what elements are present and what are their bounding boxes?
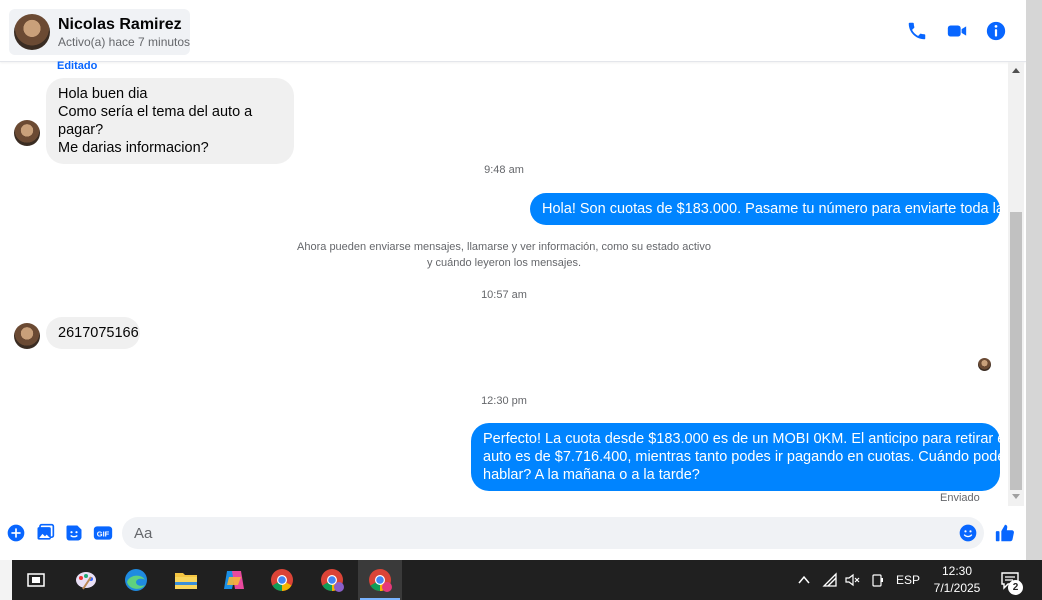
notification-badge: 2 <box>1008 580 1023 595</box>
outgoing-message[interactable]: Hola! Son cuotas de $183.000. Pasame tu … <box>530 193 1031 225</box>
copilot-icon[interactable] <box>212 560 256 600</box>
wifi-icon[interactable] <box>822 572 838 588</box>
taskbar: ESP 12:30 7/1/2025 2 <box>0 560 1042 600</box>
messenger-window: Nicolas Ramirez Activo(a) hace 7 minutos… <box>0 0 1042 600</box>
timestamp: 9:48 am <box>484 164 524 176</box>
message-line: Perfecto! La cuota desde $183.000 es de … <box>483 431 1009 447</box>
chrome-active-icon[interactable] <box>358 560 402 600</box>
incoming-message[interactable]: Hola buen dia Como sería el tema del aut… <box>46 78 294 164</box>
video-camera-icon[interactable] <box>946 20 968 42</box>
language-indicator[interactable]: ESP <box>896 573 920 587</box>
chrome-profile-icon[interactable] <box>310 560 354 600</box>
chat-header: Nicolas Ramirez Activo(a) hace 7 minutos <box>0 0 1026 62</box>
outgoing-message[interactable]: Perfecto! La cuota desde $183.000 es de … <box>471 423 1013 491</box>
message-input[interactable] <box>122 517 984 549</box>
emoji-icon[interactable] <box>958 523 978 543</box>
info-icon[interactable] <box>985 20 1007 42</box>
message-line: auto es de $7.716.400, mientras tanto po… <box>483 449 1013 465</box>
scroll-down-arrow[interactable] <box>1012 494 1020 499</box>
sent-status: Enviado <box>940 492 980 504</box>
message-line: hablar? A la mañana o a la tarde? <box>483 467 700 483</box>
file-explorer-icon[interactable] <box>164 560 208 600</box>
seen-avatar <box>978 358 991 371</box>
composer: GIF <box>0 510 1026 558</box>
desktop-peek[interactable] <box>0 560 12 600</box>
clock-time: 12:30 <box>941 564 973 578</box>
thumbs-up-icon[interactable] <box>994 522 1016 544</box>
battery-icon[interactable] <box>870 572 886 588</box>
scroll-up-arrow[interactable] <box>1012 68 1020 73</box>
clock-date: 7/1/2025 <box>933 581 981 595</box>
paint-app-icon[interactable] <box>64 560 108 600</box>
contact-status: Activo(a) hace 7 minutos <box>58 35 191 49</box>
window-edge <box>1026 0 1042 560</box>
sticker-icon[interactable] <box>64 523 84 543</box>
volume-muted-icon[interactable] <box>844 572 860 588</box>
system-notice: Ahora pueden enviarse mensajes, llamarse… <box>254 239 754 271</box>
chrome-icon[interactable] <box>260 560 304 600</box>
avatar[interactable] <box>14 14 50 50</box>
plus-icon[interactable] <box>6 523 26 543</box>
contact-name[interactable]: Nicolas Ramirez <box>58 16 182 34</box>
avatar[interactable] <box>14 120 40 146</box>
contact-card[interactable]: Nicolas Ramirez Activo(a) hace 7 minutos <box>9 9 190 55</box>
timestamp: 12:30 pm <box>481 395 527 407</box>
gif-icon[interactable]: GIF <box>93 523 113 543</box>
gif-label: GIF <box>97 529 110 538</box>
edited-label: Editado <box>57 60 98 72</box>
system-notice-line: Ahora pueden enviarse mensajes, llamarse… <box>297 241 711 253</box>
message-line: Me darias informacion? <box>58 140 209 156</box>
clock[interactable]: 12:30 7/1/2025 <box>930 563 984 597</box>
message-line: Como sería el tema del auto a pagar? <box>58 104 253 138</box>
task-view-icon[interactable] <box>14 560 58 600</box>
chevron-up-icon[interactable] <box>797 573 811 587</box>
scrollbar[interactable] <box>1008 62 1024 506</box>
message-line: Hola buen dia <box>58 86 148 102</box>
timestamp: 10:57 am <box>481 289 527 301</box>
system-notice-line: y cuándo leyeron los mensajes. <box>426 257 582 269</box>
scroll-thumb[interactable] <box>1010 212 1022 490</box>
edge-browser-icon[interactable] <box>114 560 158 600</box>
incoming-message[interactable]: 2617075166 <box>46 317 140 349</box>
phone-icon[interactable] <box>906 20 928 42</box>
image-icon[interactable] <box>35 523 55 543</box>
avatar[interactable] <box>14 323 40 349</box>
